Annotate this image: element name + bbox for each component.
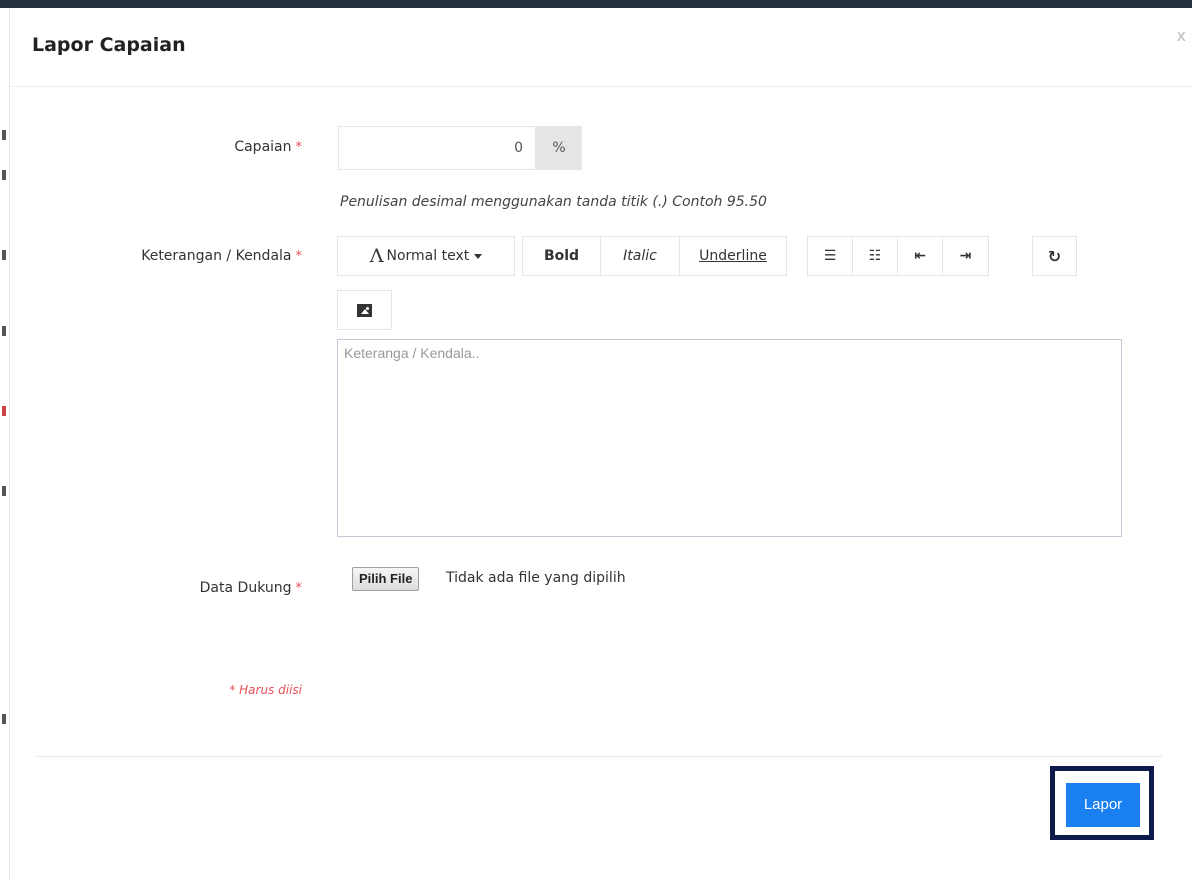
indent-button[interactable]: ⇥ bbox=[942, 236, 989, 276]
header-divider bbox=[10, 86, 1192, 87]
footer-divider bbox=[37, 756, 1162, 757]
unordered-list-icon: ☰ bbox=[823, 248, 837, 264]
caret-down-icon bbox=[474, 253, 483, 259]
capaian-label-text: Capaian bbox=[234, 139, 292, 155]
ordered-list-icon: ☷ bbox=[868, 248, 882, 264]
modal-title: Lapor Capaian bbox=[32, 34, 186, 56]
outdent-button[interactable]: ⇤ bbox=[897, 236, 943, 276]
image-group bbox=[337, 290, 392, 330]
normal-text-dropdown[interactable]: Λ Normal text bbox=[337, 236, 515, 276]
italic-button[interactable]: Italic bbox=[600, 236, 680, 276]
share-icon: ↻ bbox=[1047, 246, 1062, 266]
html-view-button[interactable]: ↻ bbox=[1032, 236, 1077, 276]
font-icon: Λ bbox=[369, 245, 384, 267]
html-group: ↻ bbox=[1032, 236, 1077, 276]
lapor-button[interactable]: Lapor bbox=[1066, 783, 1140, 827]
background-mark bbox=[2, 714, 6, 724]
keterangan-label: Keterangan / Kendala * bbox=[141, 248, 302, 264]
insert-image-button[interactable] bbox=[337, 290, 392, 330]
file-status-text: Tidak ada file yang dipilih bbox=[446, 570, 626, 586]
lapor-capaian-modal: Lapor Capaian x Capaian * 0 % Penulisan d… bbox=[10, 8, 1192, 880]
background-page-edge bbox=[0, 8, 10, 880]
underline-button[interactable]: Underline bbox=[679, 236, 787, 276]
text-style-group: Λ Normal text bbox=[337, 236, 515, 276]
image-icon bbox=[357, 303, 372, 317]
background-mark bbox=[2, 486, 6, 496]
choose-file-button[interactable]: Pilih File bbox=[352, 567, 420, 591]
required-marker: * bbox=[295, 140, 303, 155]
capaian-help-text: Penulisan desimal menggunakan tanda titi… bbox=[340, 194, 767, 210]
background-mark bbox=[2, 170, 6, 180]
background-mark bbox=[2, 326, 6, 336]
required-marker: * bbox=[295, 249, 303, 264]
keterangan-label-text: Keterangan / Kendala bbox=[141, 248, 292, 264]
data-dukung-label-text: Data Dukung bbox=[199, 580, 292, 596]
unordered-list-button[interactable]: ☰ bbox=[807, 236, 853, 276]
format-group: Bold Italic Underline bbox=[522, 236, 787, 276]
background-mark bbox=[2, 406, 6, 416]
background-mark bbox=[2, 250, 6, 260]
percent-addon: % bbox=[536, 126, 582, 170]
capaian-label: Capaian * bbox=[234, 139, 302, 155]
keterangan-editor[interactable]: Keteranga / Kendala.. bbox=[337, 339, 1122, 537]
required-note: * Harus diisi bbox=[229, 683, 302, 697]
normal-text-label: Normal text bbox=[386, 248, 470, 264]
background-mark bbox=[2, 130, 6, 140]
data-dukung-label: Data Dukung * bbox=[200, 580, 302, 596]
indent-icon: ⇥ bbox=[959, 248, 972, 264]
required-marker: * bbox=[295, 581, 303, 596]
outdent-icon: ⇤ bbox=[914, 248, 926, 264]
list-group: ☰ ☷ ⇤ ⇥ bbox=[807, 236, 989, 276]
top-overlay-strip bbox=[0, 0, 1192, 8]
bold-button[interactable]: Bold bbox=[522, 236, 601, 276]
close-icon[interactable]: x bbox=[1177, 26, 1186, 45]
capaian-input[interactable]: 0 bbox=[338, 126, 536, 170]
ordered-list-button[interactable]: ☷ bbox=[852, 236, 898, 276]
